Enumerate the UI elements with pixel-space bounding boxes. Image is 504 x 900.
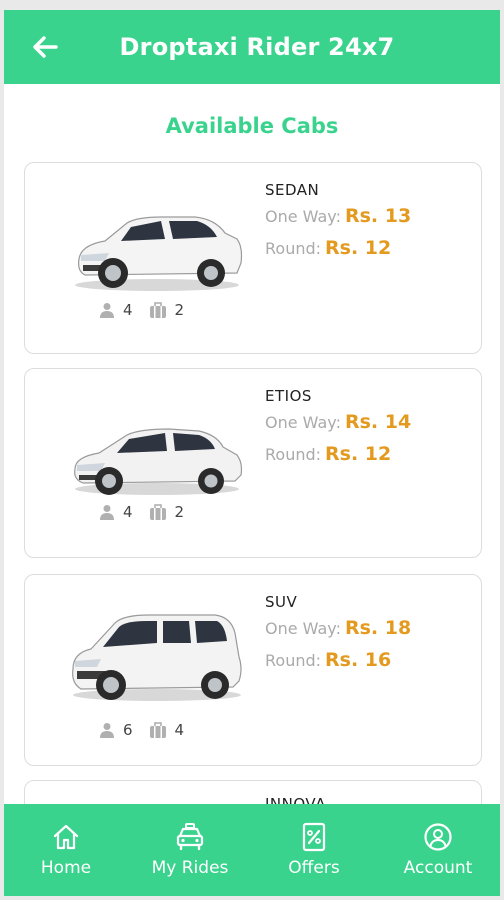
round-label: Round:: [265, 651, 322, 670]
round-price: Rs. 12: [325, 237, 392, 259]
one-way-price: Rs. 18: [344, 617, 412, 639]
bags-count: 2: [174, 301, 185, 319]
luggage-icon: [149, 722, 166, 738]
person-icon: [100, 303, 114, 318]
taxi-icon: [176, 823, 204, 851]
person-icon: [100, 505, 114, 520]
luggage-spec: 4: [149, 721, 185, 739]
seats-spec: 4: [99, 301, 133, 319]
cab-card-sedan[interactable]: 4 2 SEDAN One Way: Rs. 13 Round: Rs. 12: [24, 162, 482, 354]
nav-my-rides[interactable]: My Rides: [128, 804, 252, 896]
luggage-icon: [149, 504, 166, 520]
round-fare: Round: Rs. 12: [265, 237, 391, 259]
bags-count: 2: [174, 503, 185, 521]
app-bar: Droptaxi Rider 24x7: [4, 10, 500, 84]
cab-card-suv[interactable]: 6 4 SUV One Way: Rs. 18 Round: Rs. 16: [24, 574, 482, 766]
nav-offers-label: Offers: [288, 858, 340, 878]
luggage-spec: 2: [149, 503, 185, 521]
cab-name: SEDAN: [265, 181, 320, 199]
nav-home-label: Home: [40, 858, 92, 878]
one-way-fare: One Way: Rs. 14: [265, 411, 411, 433]
app-screen: Droptaxi Rider 24x7 Available Cabs 4 2 S…: [4, 10, 500, 896]
nav-account-label: Account: [403, 858, 473, 878]
round-fare: Round: Rs. 16: [265, 649, 391, 671]
nav-my-rides-label: My Rides: [151, 858, 229, 878]
one-way-label: One Way:: [265, 413, 341, 432]
bags-count: 4: [174, 721, 185, 739]
round-fare: Round: Rs. 12: [265, 443, 391, 465]
user-circle-icon: [424, 823, 452, 851]
discount-icon: [302, 822, 326, 852]
round-label: Round:: [265, 239, 322, 258]
seats-count: 4: [123, 301, 133, 319]
cab-specs: 4 2: [99, 301, 192, 319]
one-way-price: Rs. 14: [344, 411, 412, 433]
cab-specs: 6 4: [99, 721, 192, 739]
luggage-icon: [149, 302, 166, 318]
one-way-fare: One Way: Rs. 18: [265, 617, 411, 639]
seats-count: 6: [123, 721, 133, 739]
round-price: Rs. 12: [325, 443, 392, 465]
cab-name: ETIOS: [265, 387, 312, 405]
suv-car-image: [72, 614, 242, 701]
etios-car-image: [74, 428, 243, 495]
round-price: Rs. 16: [325, 649, 392, 671]
seats-count: 4: [123, 503, 133, 521]
cab-name: SUV: [265, 593, 298, 611]
person-icon: [100, 723, 114, 738]
seats-spec: 4: [99, 503, 133, 521]
luggage-spec: 2: [149, 301, 185, 319]
bottom-navigation: Home My Rides Offers Account: [4, 804, 500, 896]
seats-spec: 6: [99, 721, 133, 739]
one-way-fare: One Way: Rs. 13: [265, 205, 411, 227]
sedan-car-image: [75, 216, 243, 291]
nav-account[interactable]: Account: [376, 804, 500, 896]
one-way-label: One Way:: [265, 619, 341, 638]
home-icon: [53, 824, 79, 850]
cab-specs: 4 2: [99, 503, 192, 521]
nav-offers[interactable]: Offers: [252, 804, 376, 896]
one-way-label: One Way:: [265, 207, 341, 226]
round-label: Round:: [265, 445, 322, 464]
cab-card-etios[interactable]: 4 2 ETIOS One Way: Rs. 14 Round: Rs. 12: [24, 368, 482, 558]
app-title: Droptaxi Rider 24x7: [119, 33, 395, 61]
section-title: Available Cabs: [165, 114, 339, 138]
nav-home[interactable]: Home: [4, 804, 128, 896]
one-way-price: Rs. 13: [344, 205, 412, 227]
